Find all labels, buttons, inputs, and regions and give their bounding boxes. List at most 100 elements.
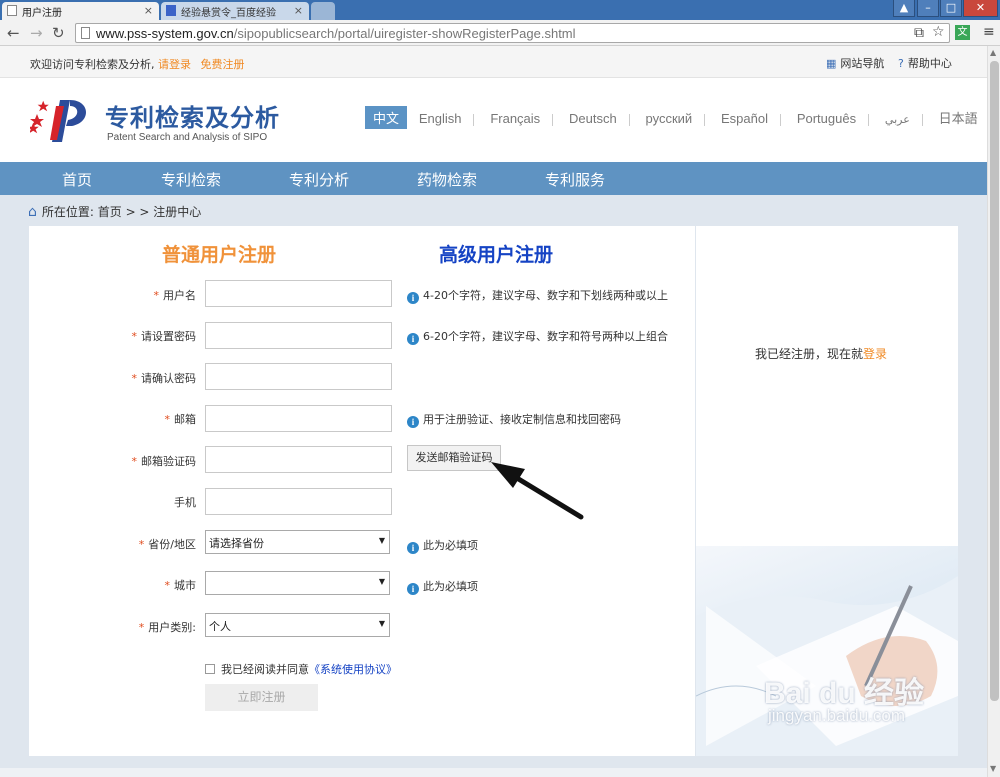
login-link[interactable]: 请登录 bbox=[158, 58, 191, 71]
email-code-label-text: 邮箱验证码 bbox=[141, 455, 196, 468]
reload-icon[interactable]: ↻ bbox=[52, 24, 65, 42]
divider bbox=[868, 113, 870, 126]
phone-field[interactable] bbox=[205, 488, 392, 515]
province-value: 请选择省份 bbox=[209, 537, 264, 550]
lang-ar[interactable]: عربي bbox=[877, 111, 918, 128]
lang-ru[interactable]: русский bbox=[638, 109, 701, 128]
bookmark-star-icon[interactable]: ☆ bbox=[932, 24, 945, 40]
translate-icon[interactable]: ⧉ bbox=[914, 25, 924, 41]
back-arrow-icon[interactable]: ← bbox=[7, 24, 20, 42]
divider bbox=[473, 113, 475, 126]
username-hint: i 4-20个字符，建议字母、数字和下划线两种或以上 bbox=[407, 287, 668, 304]
lang-es[interactable]: Español bbox=[713, 109, 776, 128]
agreement-link[interactable]: 《系统使用协议》 bbox=[309, 663, 397, 676]
email-code-field[interactable] bbox=[205, 446, 392, 473]
divider bbox=[552, 113, 554, 126]
nav-patent-analysis[interactable]: 专利分析 bbox=[289, 169, 349, 190]
required-mark: * bbox=[164, 579, 171, 592]
required-mark: * bbox=[131, 455, 138, 468]
send-email-code-button[interactable]: 发送邮箱验证码 bbox=[407, 445, 501, 471]
nav-drug-search[interactable]: 药物检索 bbox=[417, 169, 477, 190]
email-label-text: 邮箱 bbox=[174, 413, 196, 426]
agree-text: 我已经阅读并同意 bbox=[221, 663, 309, 676]
tab-normal-register[interactable]: 普通用户注册 bbox=[162, 240, 276, 267]
watermark-url: jingyan.baidu.com bbox=[768, 706, 906, 725]
login-side-panel: 我已经注册，现在就登录 Bai du 经验 jingyan.baidu.com bbox=[696, 226, 958, 756]
user-type-select[interactable]: 个人 ▼ bbox=[205, 613, 390, 637]
already-text: 我已经注册，现在就 bbox=[755, 347, 864, 361]
site-title: 专利检索及分析 bbox=[105, 104, 280, 132]
site-nav-link[interactable]: ▦ 网站导航 bbox=[826, 55, 884, 71]
city-label: * 城市 bbox=[96, 577, 197, 593]
tab-close-icon[interactable]: × bbox=[294, 4, 303, 17]
lang-en[interactable]: English bbox=[411, 109, 470, 128]
username-hint-text: 4-20个字符，建议字母、数字和下划线两种或以上 bbox=[423, 289, 668, 302]
welcome-label: 欢迎访问专利检索及分析, bbox=[30, 58, 155, 71]
city-hint-text: 此为必填项 bbox=[423, 580, 478, 593]
register-submit-button[interactable]: 立即注册 bbox=[205, 684, 318, 711]
nav-patent-search[interactable]: 专利检索 bbox=[161, 169, 221, 190]
browser-tab-inactive[interactable]: 经验悬赏令_百度经验 × bbox=[161, 2, 309, 20]
tab-title: 用户注册 bbox=[22, 8, 62, 19]
address-bar[interactable]: www.pss-system.gov.cn/sipopublicsearch/p… bbox=[75, 23, 950, 43]
phone-label-text: 手机 bbox=[174, 496, 196, 509]
scrollbar-thumb[interactable] bbox=[990, 61, 999, 701]
email-field[interactable] bbox=[205, 405, 392, 432]
password-hint: i 6-20个字符，建议字母、数字和符号两种以上组合 bbox=[407, 328, 668, 345]
welcome-text: 欢迎访问专利检索及分析, 请登录 免费注册 bbox=[30, 56, 245, 72]
menu-icon[interactable]: ≡ bbox=[983, 24, 995, 40]
confirm-password-field[interactable] bbox=[205, 363, 392, 390]
already-registered: 我已经注册，现在就登录 bbox=[755, 345, 887, 362]
close-window-button[interactable]: ✕ bbox=[963, 0, 998, 17]
nav-patent-service[interactable]: 专利服务 bbox=[545, 169, 605, 190]
province-label-text: 省份/地区 bbox=[148, 538, 196, 551]
user-type-label-text: 用户类别: bbox=[148, 621, 196, 634]
scroll-up-icon[interactable]: ▲ bbox=[990, 48, 996, 57]
nav-home[interactable]: 首页 bbox=[62, 169, 92, 190]
browser-tab-active[interactable]: 用户注册 × bbox=[2, 2, 159, 20]
breadcrumb: ⌂ 所在位置: 首页 > > 注册中心 bbox=[28, 203, 201, 220]
username-field[interactable] bbox=[205, 280, 392, 307]
lang-ja[interactable]: 日本語 bbox=[931, 106, 986, 129]
lang-de[interactable]: Deutsch bbox=[561, 109, 625, 128]
confirm-password-label: * 请确认密码 bbox=[96, 370, 197, 386]
province-hint: i 此为必填项 bbox=[407, 537, 478, 554]
agree-checkbox[interactable] bbox=[205, 664, 215, 674]
province-select[interactable]: 请选择省份 ▼ bbox=[205, 530, 390, 554]
password-field[interactable] bbox=[205, 322, 392, 349]
lang-zh[interactable]: 中文 bbox=[365, 106, 408, 129]
url-host: www.pss-system.gov.cn bbox=[96, 26, 234, 41]
sipo-logo-icon[interactable] bbox=[30, 96, 95, 146]
side-login-link[interactable]: 登录 bbox=[863, 347, 887, 361]
required-mark: * bbox=[131, 330, 138, 343]
agreement-row: 我已经阅读并同意《系统使用协议》 bbox=[205, 661, 397, 677]
info-icon: i bbox=[407, 333, 419, 345]
register-link[interactable]: 免费注册 bbox=[201, 58, 245, 71]
lang-pt[interactable]: Português bbox=[789, 109, 864, 128]
password-hint-text: 6-20个字符，建议字母、数字和符号两种以上组合 bbox=[423, 330, 668, 343]
translate-extension-icon[interactable]: 文 bbox=[955, 25, 970, 40]
help-link[interactable]: ? 帮助中心 bbox=[898, 55, 952, 71]
profile-icon[interactable]: ▲ bbox=[893, 0, 915, 17]
required-mark: * bbox=[138, 538, 145, 551]
divider bbox=[704, 113, 706, 126]
minimize-button[interactable]: – bbox=[917, 0, 939, 17]
city-hint: i 此为必填项 bbox=[407, 578, 478, 595]
maximize-button[interactable]: □ bbox=[940, 0, 962, 17]
page-icon bbox=[81, 27, 90, 39]
bottom-strip bbox=[0, 768, 987, 777]
site-subtitle: Patent Search and Analysis of SIPO bbox=[107, 132, 268, 143]
scroll-down-icon[interactable]: ▼ bbox=[990, 764, 996, 773]
lang-fr[interactable]: Français bbox=[482, 109, 548, 128]
divider bbox=[921, 113, 923, 126]
info-icon: i bbox=[407, 542, 419, 554]
home-icon[interactable]: ⌂ bbox=[28, 204, 37, 220]
tab-close-icon[interactable]: × bbox=[144, 4, 153, 17]
email-code-label: * 邮箱验证码 bbox=[96, 453, 197, 469]
forward-arrow-icon[interactable]: → bbox=[30, 24, 43, 42]
tab-advanced-register[interactable]: 高级用户注册 bbox=[439, 240, 553, 267]
browser-toolbar: ← → ↻ www.pss-system.gov.cn/sipopublicse… bbox=[0, 20, 1000, 46]
new-tab-button[interactable] bbox=[311, 2, 335, 20]
page-scrollbar[interactable]: ▲ ▼ bbox=[987, 46, 1000, 777]
city-select[interactable]: ▼ bbox=[205, 571, 390, 595]
